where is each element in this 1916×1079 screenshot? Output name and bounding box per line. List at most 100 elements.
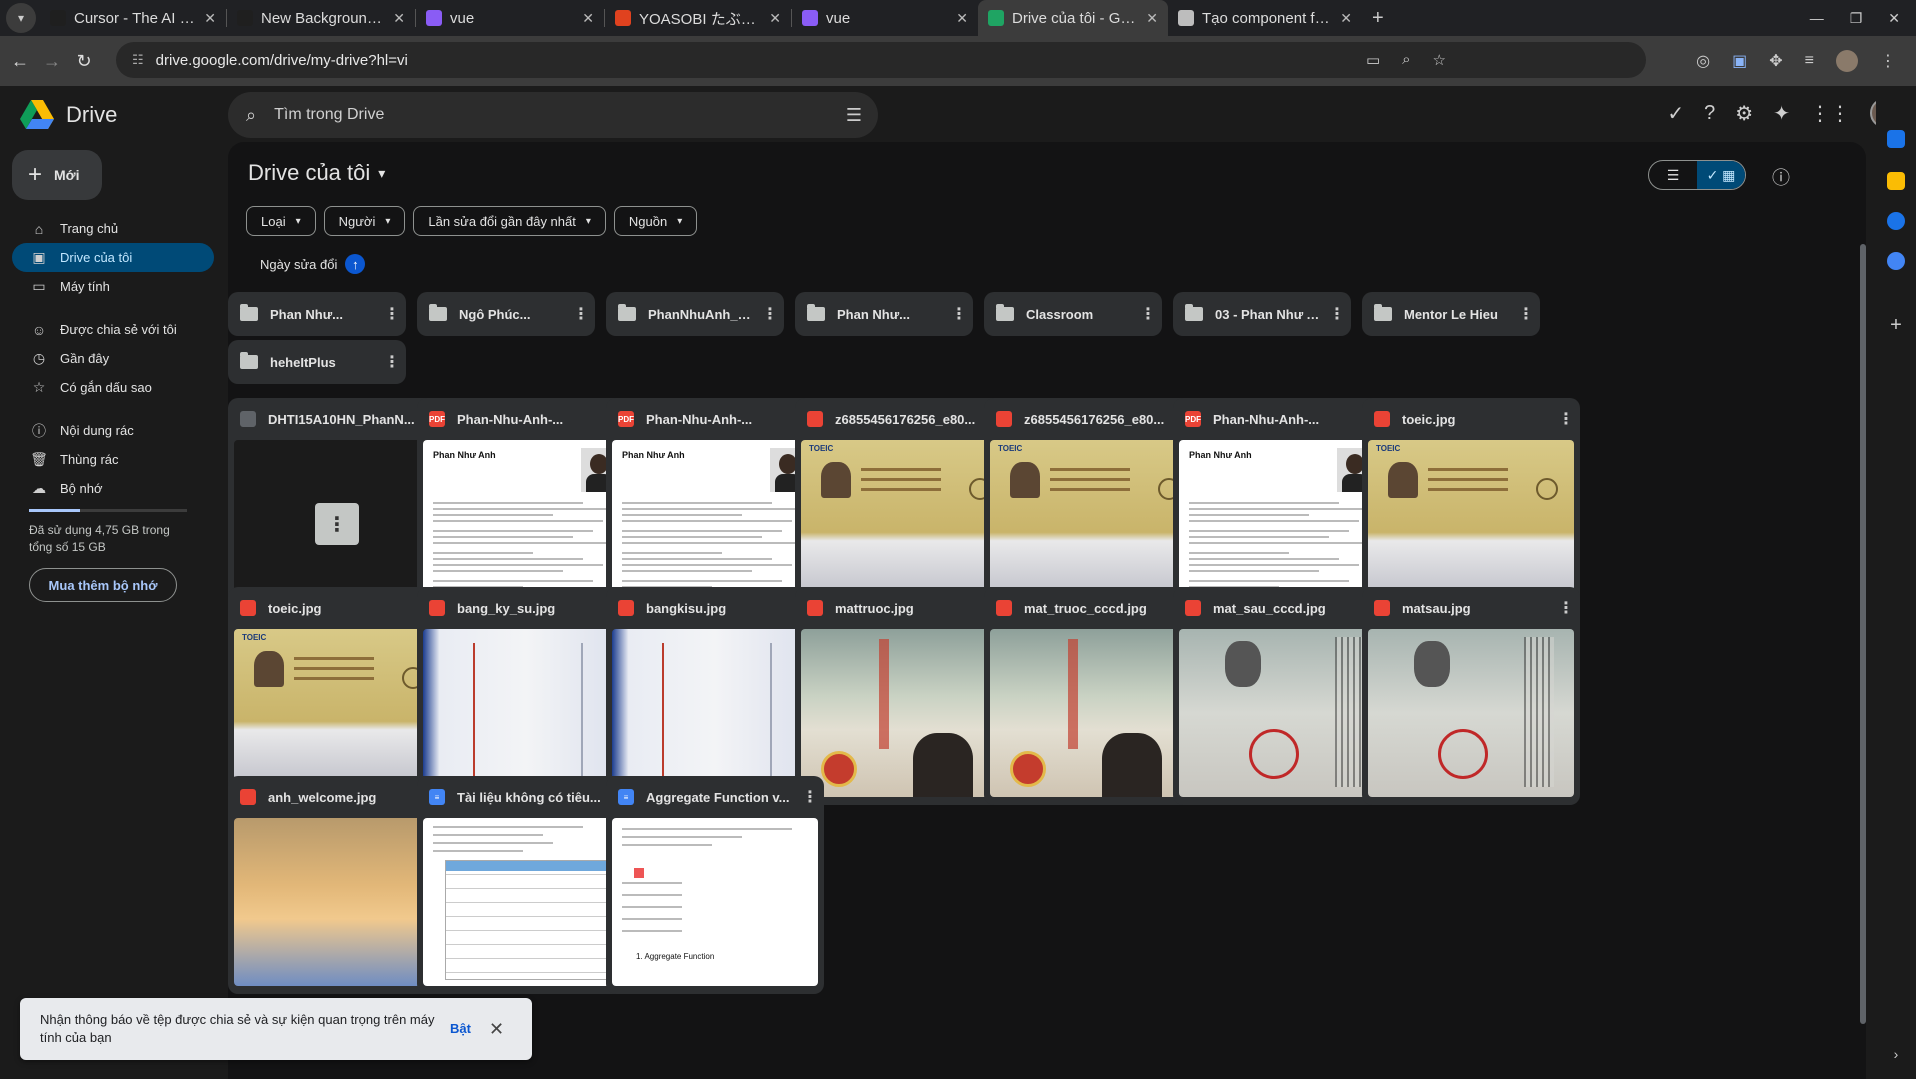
profile-avatar[interactable] bbox=[1836, 50, 1858, 72]
tab-close-icon[interactable]: ✕ bbox=[1340, 10, 1352, 27]
tasks-icon[interactable] bbox=[1887, 212, 1905, 230]
file-card[interactable]: z6855456176256_e80...⋮ TOEIC bbox=[795, 398, 1013, 616]
browser-tab[interactable]: Tạo component folder Vi ✕ bbox=[1168, 0, 1362, 36]
search-input[interactable]: Tìm trong Drive bbox=[274, 106, 384, 124]
sidebar-item[interactable]: ⓘ Nội dung rác bbox=[12, 416, 214, 445]
list-view-icon[interactable]: ☰ bbox=[1649, 161, 1697, 189]
browser-tab[interactable]: YOASOBI たぶん Prob ✕ bbox=[605, 0, 791, 36]
close-window-icon[interactable]: ✕ bbox=[1888, 10, 1900, 27]
file-card[interactable]: bangkisu.jpg ⋮ bbox=[606, 587, 824, 805]
file-card[interactable]: mat_truoc_cccd.jpg⋮ bbox=[984, 587, 1202, 805]
site-info-icon[interactable]: ☷ bbox=[132, 52, 144, 68]
more-options-icon[interactable]: ⋮ bbox=[1512, 304, 1540, 324]
filter-chip[interactable]: Người ▾ bbox=[323, 206, 406, 236]
file-thumbnail[interactable]: ⋮ bbox=[234, 440, 440, 608]
more-options-icon[interactable]: ⋮ bbox=[378, 304, 406, 324]
file-card[interactable]: mat_sau_cccd.jpg⋮ bbox=[1173, 587, 1391, 805]
puzzle-icon[interactable]: ✥ bbox=[1769, 51, 1782, 71]
file-thumbnail[interactable] bbox=[612, 629, 818, 797]
file-thumbnail[interactable] bbox=[1179, 629, 1385, 797]
folder-tile[interactable]: Ngô Phúc... ⋮ bbox=[417, 292, 595, 336]
file-card[interactable]: ≡ Aggregate Function v... ⋮ 1. Aggregate Fu… bbox=[606, 776, 824, 994]
file-thumbnail[interactable] bbox=[234, 818, 440, 986]
file-thumbnail[interactable]: TOEIC bbox=[801, 440, 1007, 608]
file-thumbnail[interactable] bbox=[423, 629, 629, 797]
more-options-icon[interactable]: ⋮ bbox=[1552, 598, 1580, 618]
file-thumbnail[interactable]: TOEIC bbox=[990, 440, 1196, 608]
media-icon[interactable]: ≡ bbox=[1805, 52, 1814, 70]
file-card[interactable]: DHTI15A10HN_PhanN...⋮ ⋮ bbox=[228, 398, 446, 616]
browser-tab[interactable]: New Background Agent - ✕ bbox=[227, 0, 415, 36]
folder-tile[interactable]: 03 - Phan Như Anh -...⋮ bbox=[1173, 292, 1351, 336]
folder-tile[interactable]: Phan Như... ⋮ bbox=[795, 292, 973, 336]
file-thumbnail[interactable]: 1. Aggregate Function bbox=[612, 818, 818, 986]
sort-control[interactable]: Ngày sửa đổi ↑ bbox=[260, 254, 366, 274]
tab-close-icon[interactable]: ✕ bbox=[393, 10, 405, 27]
sidebar-item[interactable]: ☁ Bộ nhớ bbox=[12, 474, 214, 503]
more-options-icon[interactable]: ⋮ bbox=[796, 787, 824, 807]
back-icon[interactable]: ← bbox=[4, 51, 36, 72]
file-card[interactable]: ≡Tài liệu không có tiêu...⋮ bbox=[417, 776, 635, 994]
new-tab-button[interactable]: + bbox=[1372, 7, 1384, 30]
extension-icon[interactable]: ◎ bbox=[1696, 51, 1710, 71]
forward-icon[interactable]: → bbox=[36, 51, 68, 72]
tab-close-icon[interactable]: ✕ bbox=[582, 10, 594, 27]
restore-icon[interactable]: ❐ bbox=[1850, 10, 1863, 27]
drive-logo[interactable]: Drive bbox=[20, 100, 117, 130]
file-card[interactable]: mattruoc.jpg ⋮ bbox=[795, 587, 1013, 805]
keep-icon[interactable] bbox=[1887, 172, 1905, 190]
folder-tile[interactable]: Classroom ⋮ bbox=[984, 292, 1162, 336]
folder-tile[interactable]: heheItPlus ⋮ bbox=[228, 340, 406, 384]
more-options-icon[interactable]: ⋮ bbox=[1323, 304, 1351, 324]
more-options-icon[interactable]: ⋮ bbox=[1134, 304, 1162, 324]
apps-grid-icon[interactable]: ⋮⋮ bbox=[1810, 101, 1850, 126]
browser-tab[interactable]: vue ✕ bbox=[416, 0, 604, 36]
new-button[interactable]: + Mới bbox=[12, 150, 102, 200]
file-thumbnail[interactable]: TOEIC bbox=[1368, 440, 1574, 608]
search-bar[interactable]: ⌕ Tìm trong Drive ☰ bbox=[228, 92, 878, 138]
help-icon[interactable]: ? bbox=[1704, 102, 1715, 125]
file-card[interactable]: bang_ky_su.jpg⋮ bbox=[417, 587, 635, 805]
translate-icon[interactable]: ▣ bbox=[1732, 51, 1747, 71]
main-scrollbar[interactable] bbox=[1860, 244, 1866, 1024]
calendar-icon[interactable] bbox=[1887, 130, 1905, 148]
sidebar-item[interactable]: ▣ Drive của tôi bbox=[12, 243, 214, 272]
contacts-icon[interactable] bbox=[1887, 252, 1905, 270]
file-thumbnail[interactable]: Phan Như Anh bbox=[612, 440, 818, 608]
more-options-icon[interactable]: ⋮ bbox=[945, 304, 973, 324]
browser-tab[interactable]: vue ✕ bbox=[792, 0, 978, 36]
sidebar-item[interactable]: ☺ Được chia sẻ với tôi bbox=[12, 315, 214, 344]
offline-ready-icon[interactable]: ✓ bbox=[1667, 101, 1684, 126]
buy-storage-button[interactable]: Mua thêm bộ nhớ bbox=[29, 568, 177, 602]
file-card[interactable]: anh_welcome.jpg⋮ bbox=[228, 776, 446, 994]
folder-tile[interactable]: Mentor Le Hieu ⋮ bbox=[1362, 292, 1540, 336]
more-options-icon[interactable]: ⋮ bbox=[756, 304, 784, 324]
sidebar-item[interactable]: ◷ Gần đây bbox=[12, 344, 214, 373]
file-card[interactable]: PDFPhan-Nhu-Anh-...⋮Phan Như Anh bbox=[606, 398, 824, 616]
url-text[interactable]: drive.google.com/drive/my-drive?hl=vi bbox=[156, 52, 408, 69]
tab-close-icon[interactable]: ✕ bbox=[204, 10, 216, 27]
browser-menu-icon[interactable]: ⋮ bbox=[1880, 51, 1896, 71]
zoom-icon[interactable]: ⌕ bbox=[1402, 51, 1410, 69]
file-card[interactable]: toeic.jpg ⋮ TOEIC bbox=[1362, 398, 1580, 616]
bookmark-star-icon[interactable]: ☆ bbox=[1433, 51, 1446, 69]
file-card[interactable]: PDFPhan-Nhu-Anh-...⋮Phan Như Anh bbox=[417, 398, 635, 616]
gemini-icon[interactable]: ✦ bbox=[1773, 101, 1790, 126]
folder-tile[interactable]: Phan Như... ⋮ bbox=[228, 292, 406, 336]
filter-chip[interactable]: Loại ▾ bbox=[246, 206, 316, 236]
filter-chip[interactable]: Nguồn ▾ bbox=[613, 206, 698, 236]
file-thumbnail[interactable] bbox=[801, 629, 1007, 797]
sidebar-item[interactable]: ⌂ Trang chủ bbox=[12, 214, 214, 243]
search-icon[interactable]: ⌕ bbox=[246, 105, 256, 126]
settings-gear-icon[interactable]: ⚙ bbox=[1735, 101, 1753, 126]
toast-close-icon[interactable]: ✕ bbox=[489, 1020, 504, 1038]
sidebar-item[interactable]: 🗑 Thùng rác bbox=[12, 445, 214, 474]
add-addon-icon[interactable]: + bbox=[1887, 315, 1905, 335]
tab-close-icon[interactable]: ✕ bbox=[1146, 10, 1158, 27]
page-title[interactable]: Drive của tôi ▾ bbox=[248, 160, 385, 186]
sort-direction-icon[interactable]: ↑ bbox=[345, 254, 366, 274]
folder-tile[interactable]: PhanNhuAnh_DHTI15...⋮ bbox=[606, 292, 784, 336]
file-card[interactable]: PDFPhan-Nhu-Anh-...⋮Phan Như Anh bbox=[1173, 398, 1391, 616]
omnibox[interactable]: ☷ drive.google.com/drive/my-drive?hl=vi … bbox=[116, 42, 1646, 78]
filter-chip[interactable]: Lần sửa đổi gần đây nhất ▾ bbox=[413, 206, 606, 236]
